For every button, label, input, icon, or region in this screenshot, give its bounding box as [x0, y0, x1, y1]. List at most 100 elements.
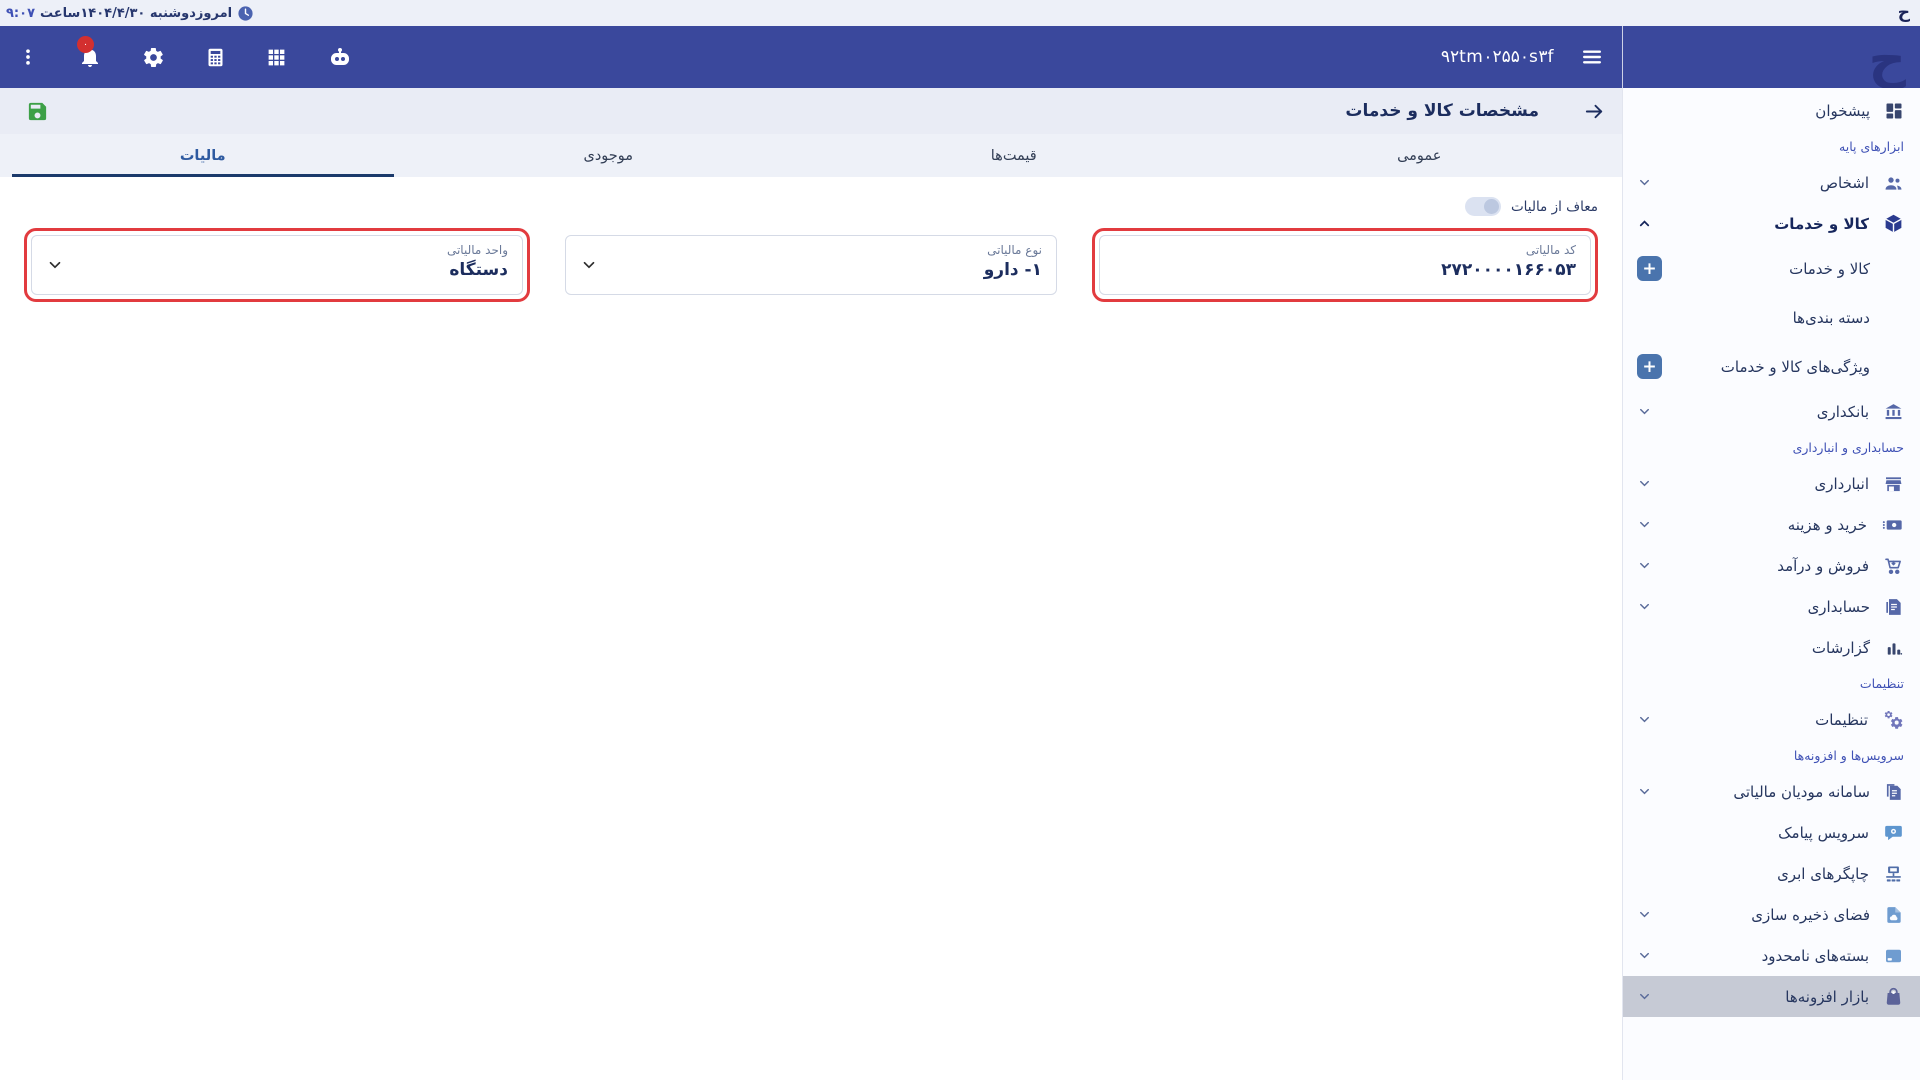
chevron-down-icon: [1637, 476, 1652, 491]
settings-gear-icon[interactable]: [142, 46, 165, 69]
kebab-menu-icon[interactable]: [18, 46, 38, 68]
sidebar-item-label: دسته بندی‌ها: [1793, 309, 1870, 327]
sidebar-item-persons[interactable]: اشخاص: [1623, 162, 1920, 203]
calculator-icon[interactable]: [205, 46, 226, 69]
field-value: دستگاه: [46, 260, 508, 280]
chat-bubble-icon: [1883, 823, 1904, 843]
apps-grid-icon[interactable]: [266, 47, 287, 68]
add-goods-button[interactable]: +: [1637, 256, 1662, 281]
sidebar-item-label: فروش و درآمد: [1777, 557, 1869, 575]
sidebar-item-label: بازار افزونه‌ها: [1785, 988, 1869, 1006]
tax-type-dropdown[interactable]: نوع مالیاتی ۱- دارو: [565, 235, 1057, 295]
sidebar-item-sms-service[interactable]: سرویس پیامک: [1623, 812, 1920, 853]
bank-icon: [1883, 402, 1904, 422]
date-time: امروزدوشنبه ۱۴۰۴/۴/۳۰ساعت ۹:۰۷: [0, 5, 260, 22]
package-box-icon: [1883, 946, 1904, 966]
field-value: ۲۷۲۰۰۰۰۱۶۶۰۵۳: [1114, 260, 1576, 280]
sidebar-item-label: کالا و خدمات: [1774, 215, 1869, 233]
sidebar-item-accounting[interactable]: حسابداری: [1623, 586, 1920, 627]
tax-code-field[interactable]: کد مالیاتی ۲۷۲۰۰۰۰۱۶۶۰۵۳: [1099, 235, 1591, 295]
sidebar-item-label: پیشخوان: [1815, 102, 1870, 120]
tab-prices[interactable]: قیمت‌ها: [811, 134, 1217, 177]
sidebar-item-label: سرویس پیامک: [1778, 824, 1869, 842]
sidebar-item-label: خرید و هزینه: [1788, 516, 1867, 534]
app-bar-logo-area: ح: [1622, 26, 1920, 88]
cube-icon: [1883, 213, 1904, 234]
add-attribute-button[interactable]: +: [1637, 354, 1662, 379]
app-bar: ح ۹۲tm۰۲۵۵۰s۳f ۰: [0, 26, 1920, 88]
chevron-down-icon[interactable]: [46, 256, 64, 274]
sidebar-nav: پیشخوان ابزارهای پایه اشخاص کالا و خدمات…: [1622, 88, 1920, 1080]
sidebar-section-settings: تنظیمات: [1623, 668, 1920, 699]
chevron-up-icon: [1637, 216, 1652, 231]
sidebar-item-label: حسابداری: [1808, 598, 1870, 616]
date-text: امروزدوشنبه ۱۴۰۴/۴/۳۰ساعت: [40, 6, 232, 21]
sidebar-item-dashboard[interactable]: پیشخوان: [1623, 90, 1920, 131]
hamburger-menu-icon[interactable]: [1580, 45, 1604, 69]
sidebar-item-label: سامانه مودیان مالیاتی: [1733, 783, 1870, 801]
time-text: ۹:۰۷: [6, 6, 35, 21]
sidebar-item-storage-space[interactable]: فضای ذخیره سازی: [1623, 894, 1920, 935]
sidebar-item-goods-services[interactable]: کالا و خدمات: [1623, 203, 1920, 244]
document-icon: [1884, 597, 1904, 617]
file-cloud-icon: [1884, 905, 1904, 925]
cart-icon: [1883, 556, 1904, 576]
sidebar-item-tax-moadian-system[interactable]: سامانه مودیان مالیاتی: [1623, 771, 1920, 812]
main-content: مشخصات کالا و خدمات عمومی قیمت‌ها موجودی…: [0, 88, 1622, 1080]
toggle-switch[interactable]: [1465, 197, 1501, 216]
gears-icon: [1882, 709, 1904, 731]
sidebar-section-services-addons: سرویس‌ها و افزونه‌ها: [1623, 740, 1920, 771]
tab-general[interactable]: عمومی: [1217, 134, 1623, 177]
sidebar-item-label: تنظیمات: [1815, 711, 1868, 729]
chevron-down-icon: [1637, 175, 1652, 190]
notification-badge: ۰: [77, 36, 94, 53]
business-id-title[interactable]: ۹۲tm۰۲۵۵۰s۳f: [1441, 47, 1554, 67]
tax-exempt-toggle[interactable]: معاف از مالیات: [1465, 197, 1598, 216]
notifications-bell-icon[interactable]: ۰: [78, 45, 102, 69]
bar-chart-icon: [1884, 638, 1904, 658]
field-value: ۱- دارو: [580, 260, 1042, 280]
sidebar-item-label: کالا و خدمات: [1789, 260, 1870, 278]
clock-icon: [237, 5, 254, 22]
tab-inventory[interactable]: موجودی: [406, 134, 812, 177]
sidebar-item-label: بانکداری: [1817, 403, 1869, 421]
tab-bar: عمومی قیمت‌ها موجودی مالیات: [0, 134, 1622, 177]
assistant-robot-icon[interactable]: [327, 45, 353, 69]
sidebar-item-label: ویژگی‌های کالا و خدمات: [1721, 358, 1870, 376]
save-button[interactable]: [0, 100, 49, 123]
chevron-down-icon: [1637, 907, 1652, 922]
sidebar-item-purchase-expense[interactable]: خرید و هزینه: [1623, 504, 1920, 545]
sidebar-subitem-goods-attributes[interactable]: ویژگی‌های کالا و خدمات +: [1623, 342, 1920, 391]
app-logo-small: ح: [1888, 5, 1920, 22]
sidebar-item-banking[interactable]: بانکداری: [1623, 391, 1920, 432]
sidebar-item-unlimited-packages[interactable]: بسته‌های نامحدود: [1623, 935, 1920, 976]
field-label: واحد مالیاتی: [46, 243, 508, 257]
tax-type-box: نوع مالیاتی ۱- دارو: [558, 228, 1064, 302]
chevron-down-icon[interactable]: [580, 256, 598, 274]
storefront-icon: [1883, 474, 1904, 494]
tax-code-highlight-box: کد مالیاتی ۲۷۲۰۰۰۰۱۶۶۰۵۳: [1092, 228, 1598, 302]
page-title: مشخصات کالا و خدمات: [1345, 101, 1539, 121]
chevron-down-icon: [1637, 712, 1652, 727]
sidebar-section-basic-tools: ابزارهای پایه: [1623, 131, 1920, 162]
sidebar-item-sales-income[interactable]: فروش و درآمد: [1623, 545, 1920, 586]
sidebar-subitem-categories[interactable]: دسته بندی‌ها: [1623, 293, 1920, 342]
sidebar-item-settings[interactable]: تنظیمات: [1623, 699, 1920, 740]
sidebar-subitem-goods-services[interactable]: کالا و خدمات +: [1623, 244, 1920, 293]
chevron-down-icon: [1637, 599, 1652, 614]
sidebar-item-addons-market[interactable]: بازار افزونه‌ها: [1623, 976, 1920, 1017]
dashboard-icon: [1884, 101, 1904, 121]
app-logo: ح: [1869, 34, 1906, 86]
sidebar-item-warehousing[interactable]: انبارداری: [1623, 463, 1920, 504]
tax-unit-highlight-box: واحد مالیاتی دستگاه: [24, 228, 530, 302]
documents-icon: [1884, 782, 1904, 802]
sidebar-item-cloud-printers[interactable]: چاپگرهای ابری: [1623, 853, 1920, 894]
sidebar-item-label: چاپگرهای ابری: [1777, 865, 1869, 883]
tab-tax[interactable]: مالیات: [0, 134, 406, 177]
chevron-down-icon: [1637, 989, 1652, 1004]
sidebar-item-reports[interactable]: گزارشات: [1623, 627, 1920, 668]
field-label: کد مالیاتی: [1114, 243, 1576, 257]
back-arrow-icon[interactable]: [1583, 100, 1606, 123]
tax-unit-dropdown[interactable]: واحد مالیاتی دستگاه: [31, 235, 523, 295]
toggle-knob: [1484, 199, 1499, 214]
